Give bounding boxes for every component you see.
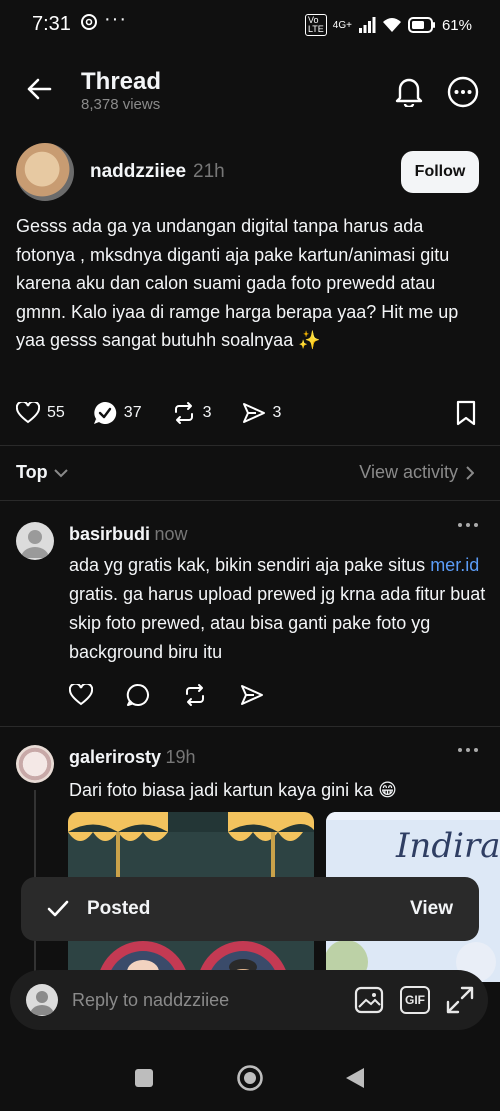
share-count: 3: [272, 404, 282, 421]
page-title: Thread: [81, 68, 162, 95]
battery-icon: [407, 17, 436, 33]
bell-icon: [394, 75, 424, 107]
back-nav-button[interactable]: [345, 1067, 365, 1089]
post-author-avatar[interactable]: [16, 143, 74, 201]
reply-time: 19h: [165, 747, 196, 767]
status-bar: 7:31 ··· Vo LTE 4G+ 61%: [0, 0, 500, 50]
like-count: 55: [47, 404, 65, 421]
reply-body: Dari foto biasa jadi kartun kaya gini ka…: [69, 780, 397, 800]
more-circle-icon: [447, 76, 479, 108]
gif-button[interactable]: GIF: [400, 986, 430, 1014]
reply-text: ada yg gratis kak, bikin sendiri aja pak…: [69, 555, 431, 575]
reply-header: basirbudi now: [69, 524, 188, 545]
back-arrow-icon: [26, 76, 52, 102]
divider: [0, 445, 500, 446]
comment-icon[interactable]: [126, 683, 150, 707]
threads-notification-icon: [80, 13, 98, 31]
send-icon[interactable]: [240, 684, 264, 706]
system-nav-bar: [0, 1040, 500, 1111]
check-icon: [47, 900, 69, 918]
reply-text: gratis. ga harus upload prewed jg krna a…: [69, 584, 486, 662]
post-body: Gesss ada ga ya undangan digital tanpa h…: [16, 216, 459, 350]
back-button[interactable]: [26, 76, 52, 102]
follow-button[interactable]: Follow: [401, 151, 479, 193]
view-activity-label: View activity: [359, 462, 458, 482]
invitation-script-text: Indira: [396, 826, 500, 866]
expand-icon[interactable]: [446, 986, 474, 1014]
more-options-button[interactable]: [447, 76, 479, 108]
views-count: 8,378 views: [81, 96, 161, 113]
toast-view-button[interactable]: View: [410, 898, 453, 920]
repost-count: 3: [202, 404, 212, 421]
heart-icon: [16, 402, 40, 424]
network-type: 4G+: [332, 19, 352, 31]
reply-count: 37: [123, 404, 142, 421]
post-author-name[interactable]: naddzziiee: [90, 161, 186, 183]
bookmark-button[interactable]: [455, 400, 477, 426]
reply-more-button[interactable]: [457, 747, 479, 753]
reply-more-button[interactable]: [457, 522, 479, 528]
bookmark-icon: [455, 400, 477, 426]
send-icon: [242, 402, 266, 424]
reply-header: galerirosty 19h: [69, 747, 196, 768]
volte-icon: Vo LTE: [304, 14, 327, 36]
own-avatar: [26, 984, 58, 1016]
sort-dropdown[interactable]: Top: [16, 462, 68, 483]
home-button[interactable]: [236, 1064, 264, 1092]
reply-author[interactable]: galerirosty: [69, 747, 161, 767]
reply-body: ada yg gratis kak, bikin sendiri aja pak…: [69, 551, 489, 667]
reply-time: now: [154, 524, 188, 544]
reply-composer: GIF: [10, 970, 488, 1030]
status-right-icons: Vo LTE 4G+ 61%: [304, 14, 472, 36]
divider: [0, 500, 500, 501]
share-button[interactable]: 3: [242, 402, 282, 424]
post-time: 21h: [193, 161, 225, 182]
wifi-icon: [382, 17, 402, 33]
image-icon[interactable]: [354, 986, 384, 1014]
signal-icon: [358, 17, 376, 33]
divider: [0, 726, 500, 727]
reply-link[interactable]: mer.id: [430, 555, 479, 575]
notifications-button[interactable]: [394, 75, 424, 107]
status-time: 7:31: [32, 13, 71, 35]
like-button[interactable]: 55: [16, 402, 65, 424]
heart-icon[interactable]: [69, 684, 93, 706]
status-more-icon: ···: [104, 8, 127, 30]
repost-button[interactable]: 3: [172, 401, 212, 425]
recent-apps-button[interactable]: [134, 1068, 154, 1088]
battery-percent: 61%: [441, 16, 472, 34]
reply-check-icon: [93, 401, 117, 425]
repost-icon: [172, 401, 196, 425]
toast-label: Posted: [87, 898, 151, 919]
reply-author[interactable]: basirbudi: [69, 524, 150, 544]
repost-icon[interactable]: [183, 683, 207, 707]
reply-avatar-basirbudi[interactable]: [16, 522, 54, 560]
post-actions: 55 37 3 3: [16, 398, 281, 428]
chevron-right-icon: [466, 465, 474, 480]
reply-actions: [69, 683, 264, 707]
posted-toast: Posted View: [21, 877, 479, 941]
chevron-down-icon: [53, 468, 68, 478]
sort-label: Top: [16, 462, 48, 482]
reply-button[interactable]: 37: [93, 401, 142, 425]
reply-input[interactable]: [72, 989, 354, 1011]
view-activity-link[interactable]: View activity: [359, 462, 474, 483]
reply-avatar-galerirosty[interactable]: [16, 745, 54, 783]
